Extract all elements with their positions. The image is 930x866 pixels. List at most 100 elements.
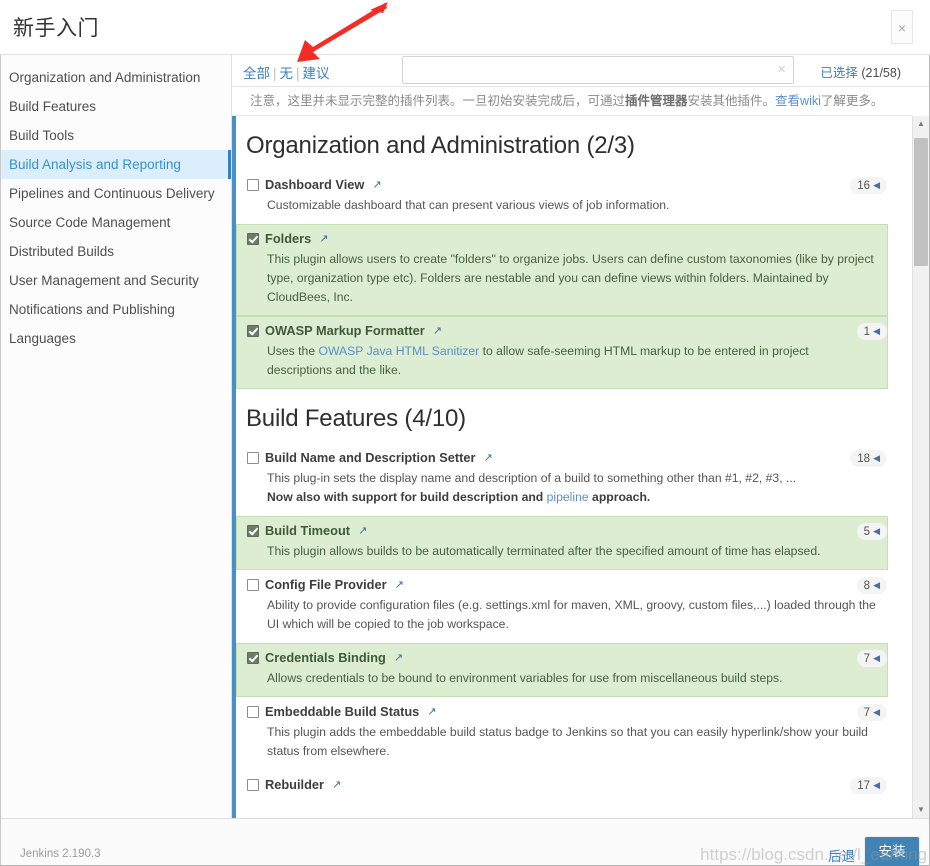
plugin-header: OWASP Markup Formatter ↗	[247, 323, 887, 338]
plugin-checkbox[interactable]	[247, 524, 259, 537]
plugin-row[interactable]: Build Name and Description Setter ↗ 18 ◀ Thi…	[236, 443, 888, 516]
install-button[interactable]: 安装	[865, 837, 919, 866]
plugin-header: Credentials Binding ↗	[247, 650, 887, 665]
plugin-checkbox[interactable]	[247, 778, 259, 791]
description-text: Uses the	[267, 344, 319, 358]
plugin-version-value: 7	[863, 707, 871, 719]
jenkins-version-label: Jenkins 2.190.3	[20, 848, 101, 860]
external-link-icon[interactable]: ↗	[332, 778, 341, 791]
external-link-icon[interactable]: ↗	[319, 232, 328, 245]
plugin-name[interactable]: Build Timeout	[265, 523, 350, 538]
plugin-name[interactable]: Config File Provider	[265, 577, 387, 592]
description-text: This plugin allows builds to be automati…	[267, 544, 821, 558]
plugin-version-value: 18	[857, 453, 871, 465]
close-icon[interactable]: ×	[891, 10, 913, 44]
sidebar-item-organization-and-administration[interactable]: Organization and Administration	[1, 63, 231, 92]
external-link-icon[interactable]: ↗	[394, 651, 403, 664]
description-bold: approach.	[588, 490, 651, 504]
notice-bar: 注意，这里并未显示完整的插件列表。一旦初始安装完成后，可通过插件管理器安装其他插…	[232, 87, 912, 116]
plugin-checkbox[interactable]	[247, 232, 259, 245]
scroll-up-icon[interactable]: ▲	[913, 116, 929, 132]
scrollbar-thumb[interactable]	[914, 138, 928, 266]
sidebar-item-user-management-and-security[interactable]: User Management and Security	[1, 266, 231, 295]
sidebar-item-notifications-and-publishing[interactable]: Notifications and Publishing	[1, 295, 231, 324]
plugin-header: Build Timeout ↗	[247, 523, 887, 538]
sidebar-item-distributed-builds[interactable]: Distributed Builds	[1, 237, 231, 266]
filter-suggested-link[interactable]: 建议	[303, 66, 330, 81]
description-text: Ability to provide configuration files (…	[267, 598, 876, 631]
plugin-version-value: 1	[863, 326, 871, 338]
plugin-row[interactable]: Folders ↗ This plugin allows users to crea…	[236, 224, 888, 316]
sidebar-item-build-features[interactable]: Build Features	[1, 92, 231, 121]
plugin-name[interactable]: Build Name and Description Setter	[265, 450, 475, 465]
section-title: Build Features (4/10)	[246, 405, 466, 432]
sidebar-item-label: Source Code Management	[9, 215, 171, 230]
plugin-list-scrollbar[interactable]: ▲ ▼	[912, 116, 929, 818]
plugin-version-badge[interactable]: 17 ◀	[850, 777, 887, 794]
search-wrapper: ×	[402, 56, 794, 84]
plugin-row[interactable]: OWASP Markup Formatter ↗ 1 ◀ Uses the OWASP …	[236, 316, 888, 389]
external-link-icon[interactable]: ↗	[427, 705, 436, 718]
description-link[interactable]: pipeline	[547, 490, 589, 504]
external-link-icon[interactable]: ↗	[358, 524, 367, 537]
plugin-version-badge[interactable]: 8 ◀	[856, 577, 887, 594]
plugin-row[interactable]: Dashboard View ↗ 16 ◀ Customizable dashboard…	[236, 170, 888, 224]
plugin-version-badge[interactable]: 16 ◀	[850, 177, 887, 194]
plugin-checkbox[interactable]	[247, 451, 259, 464]
notice-wiki-link[interactable]: 查看wiki	[775, 94, 821, 108]
plugin-name[interactable]: Folders	[265, 231, 311, 246]
plugin-checkbox[interactable]	[247, 578, 259, 591]
plugin-version-badge[interactable]: 7 ◀	[856, 650, 887, 667]
plugin-name[interactable]: OWASP Markup Formatter	[265, 323, 425, 338]
selected-count-value: (21/58)	[861, 66, 901, 80]
plugin-name[interactable]: Embeddable Build Status	[265, 704, 419, 719]
plugin-name[interactable]: Dashboard View	[265, 177, 364, 192]
scroll-down-icon[interactable]: ▼	[913, 802, 929, 818]
back-button[interactable]: 后退	[828, 845, 855, 865]
sidebar-item-build-analysis-and-reporting[interactable]: Build Analysis and Reporting	[1, 150, 231, 179]
jenkins-setup-wizard-window: 新手入门 × Organization and Administration Bu…	[0, 0, 930, 866]
description-link[interactable]: OWASP Java HTML Sanitizer	[318, 344, 479, 358]
external-link-icon[interactable]: ↗	[395, 578, 404, 591]
sidebar-item-source-code-management[interactable]: Source Code Management	[1, 208, 231, 237]
external-link-icon[interactable]: ↗	[433, 324, 442, 337]
sidebar-item-build-tools[interactable]: Build Tools	[1, 121, 231, 150]
filter-links: 全部 | 无 | 建议	[243, 62, 330, 82]
sidebar-item-pipelines-and-continuous-delivery[interactable]: Pipelines and Continuous Delivery	[1, 179, 231, 208]
external-link-icon[interactable]: ↗	[372, 178, 381, 191]
plugin-row[interactable]: Build Timeout ↗ 5 ◀ This plugin allows build…	[236, 516, 888, 570]
description-text: This plug-in sets the display name and d…	[267, 471, 797, 485]
description-text: This plugin allows users to create "fold…	[267, 252, 874, 304]
search-input[interactable]	[402, 56, 794, 84]
plugin-checkbox[interactable]	[247, 324, 259, 337]
plugin-version-badge[interactable]: 7 ◀	[856, 704, 887, 721]
plugin-version-badge[interactable]: 18 ◀	[850, 450, 887, 467]
plugin-name[interactable]: Rebuilder	[265, 777, 324, 792]
plugin-checkbox[interactable]	[247, 178, 259, 191]
plugin-row[interactable]: Rebuilder ↗ 17 ◀	[236, 770, 888, 801]
badge-triangle-icon: ◀	[873, 326, 880, 336]
plugin-header: Folders ↗	[247, 231, 887, 246]
external-link-icon[interactable]: ↗	[483, 451, 492, 464]
sidebar-item-languages[interactable]: Languages	[1, 324, 231, 353]
plugin-version-badge[interactable]: 5 ◀	[856, 523, 887, 540]
plugin-list-area: Organization and Administration (2/3) Das…	[232, 116, 912, 818]
sidebar-item-label: Languages	[9, 331, 76, 346]
plugin-description: This plugin allows users to create "fold…	[247, 246, 887, 307]
filter-none-link[interactable]: 无	[280, 66, 294, 81]
badge-triangle-icon: ◀	[873, 580, 880, 590]
plugin-description: Allows credentials to be bound to enviro…	[247, 665, 887, 688]
plugin-checkbox[interactable]	[247, 651, 259, 664]
description-text: Customizable dashboard that can present …	[267, 198, 670, 212]
description-text: This plugin adds the embeddable build st…	[267, 725, 868, 758]
plugin-row[interactable]: Config File Provider ↗ 8 ◀ Ability to provid…	[236, 570, 888, 643]
plugin-pane: 全部 | 无 | 建议 × 已选择 (21/58) 注意，这里并未显示完整的插件列表。一…	[232, 55, 929, 818]
plugin-description: Customizable dashboard that can present …	[247, 192, 887, 215]
plugin-checkbox[interactable]	[247, 705, 259, 718]
plugin-row[interactable]: Embeddable Build Status ↗ 7 ◀ This plugin ad…	[236, 697, 888, 770]
plugin-row[interactable]: Credentials Binding ↗ 7 ◀ Allows credentials…	[236, 643, 888, 697]
clear-search-icon[interactable]: ×	[777, 61, 786, 79]
plugin-name[interactable]: Credentials Binding	[265, 650, 386, 665]
filter-all-link[interactable]: 全部	[243, 66, 270, 81]
plugin-version-badge[interactable]: 1 ◀	[856, 323, 887, 340]
